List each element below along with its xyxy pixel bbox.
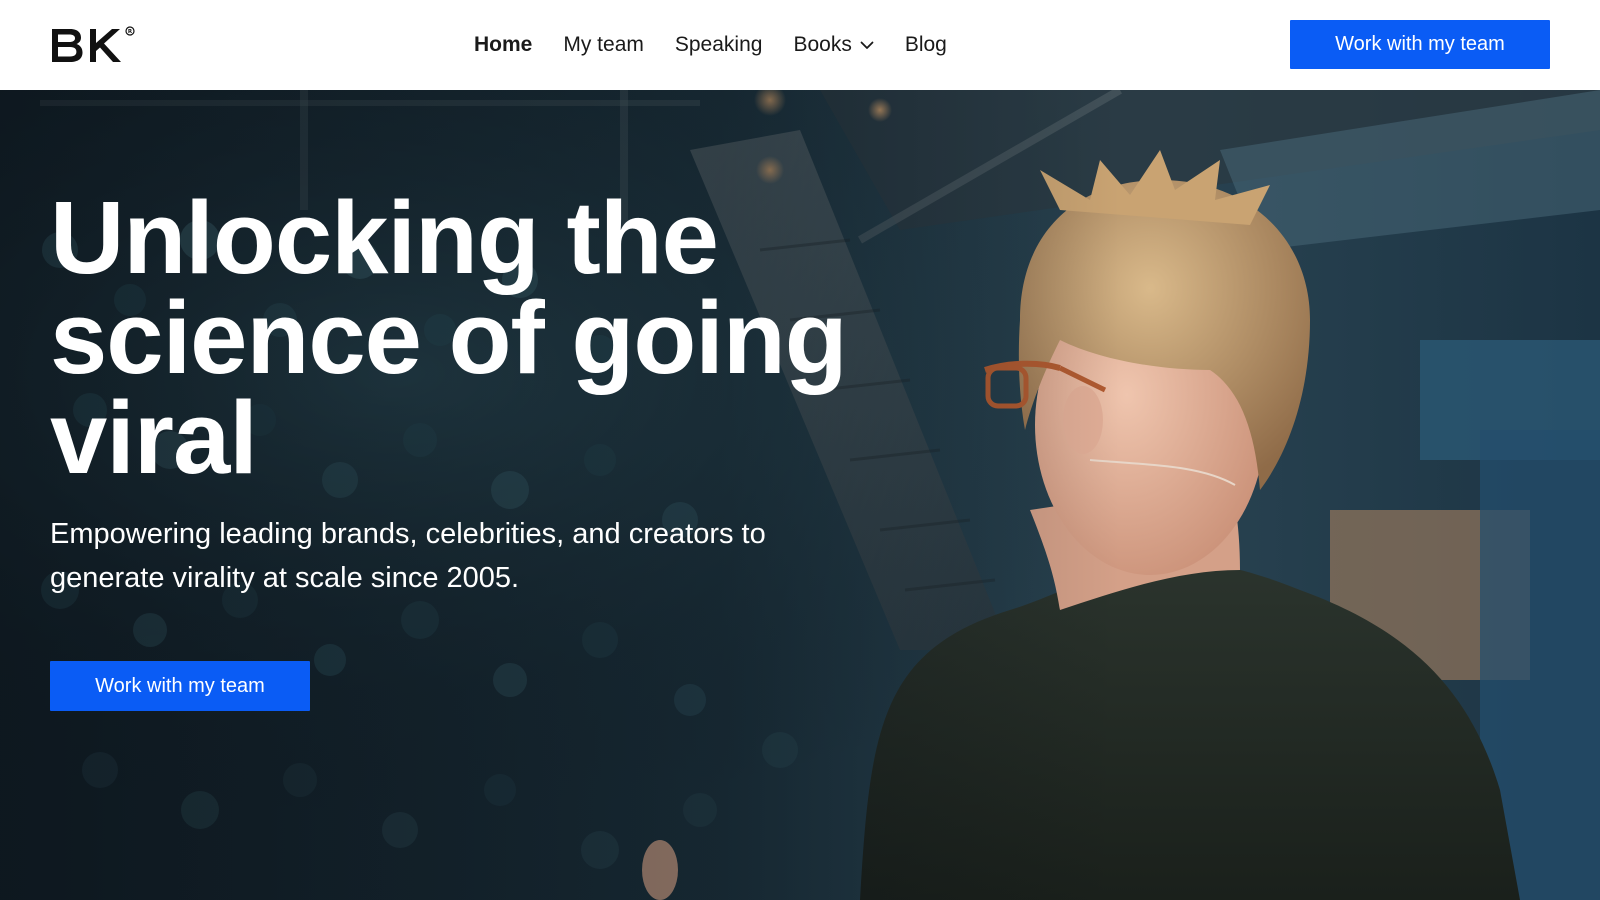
- site-logo[interactable]: R: [50, 26, 136, 66]
- nav-home-label: Home: [474, 33, 533, 56]
- nav-my-team[interactable]: My team: [563, 33, 644, 57]
- work-with-my-team-button-hero[interactable]: Work with my team: [50, 661, 310, 711]
- hero-content: Unlocking the science of going viral Emp…: [50, 180, 950, 600]
- nav-speaking-label: Speaking: [674, 33, 763, 56]
- nav-books[interactable]: Books: [793, 33, 874, 57]
- work-with-my-team-button-header[interactable]: Work with my team: [1290, 20, 1550, 69]
- nav-blog-label: Blog: [904, 33, 947, 56]
- nav-books-label: Books: [793, 33, 852, 56]
- hero-headline: Unlocking the science of going viral: [50, 180, 848, 495]
- site-header: R Home My team Speaking Books Blog Work …: [0, 0, 1600, 90]
- hero-subheadline: Empowering leading brands, celebrities, …: [50, 518, 766, 594]
- main-nav: Home My team Speaking Books Blog: [474, 0, 978, 90]
- nav-speaking[interactable]: Speaking: [675, 33, 763, 57]
- bk-logo-icon: R: [52, 26, 135, 62]
- registered-mark-icon: R: [125, 26, 135, 36]
- chevron-down-icon: [860, 41, 874, 50]
- nav-home[interactable]: Home: [474, 33, 532, 57]
- nav-blog[interactable]: Blog: [905, 33, 947, 57]
- nav-my-team-label: My team: [563, 33, 644, 56]
